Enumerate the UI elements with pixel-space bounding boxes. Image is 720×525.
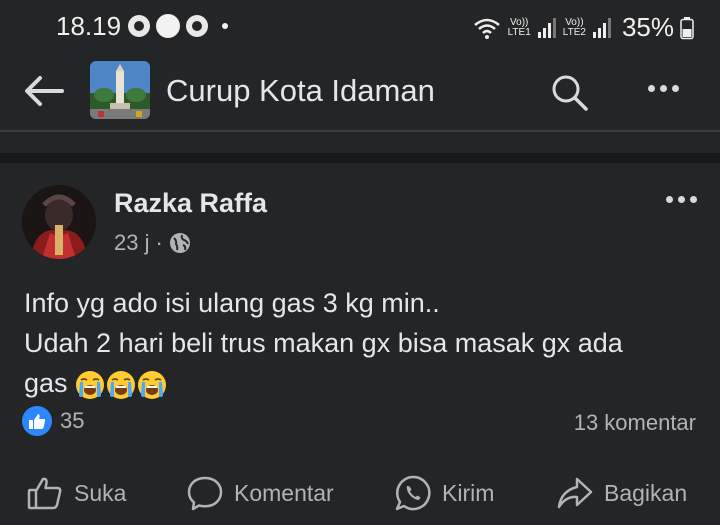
share-label: Bagikan — [604, 479, 688, 506]
meta-separator: · — [155, 230, 163, 255]
search-button[interactable] — [550, 73, 590, 118]
globe-icon — [169, 233, 190, 253]
notification-icons — [128, 14, 228, 38]
loudly-crying-face-emoji — [107, 370, 136, 399]
status-time: 18.19 — [56, 11, 122, 41]
more-notifications-icon — [222, 23, 228, 29]
dot-icon — [672, 85, 679, 92]
post-options-button[interactable] — [666, 196, 697, 203]
post-body: Info yg ado isi ulang gas 3 kg min.. Uda… — [24, 283, 704, 403]
section-divider — [0, 153, 720, 163]
thumbs-up-outline-icon — [27, 477, 62, 510]
signal-icon — [537, 17, 556, 38]
post-text-line: Udah 2 hari beli trus makan gx bisa masa… — [24, 328, 623, 358]
whatsapp-icon — [395, 475, 431, 511]
group-title[interactable]: Curup Kota Idaman — [166, 73, 435, 109]
post-action-bar: Suka Komentar Kirim Bagikan — [0, 470, 720, 520]
volte-label: Vo)) — [565, 16, 584, 28]
comment-button[interactable]: Komentar — [186, 470, 334, 516]
comment-bubble-icon — [187, 476, 223, 511]
share-button[interactable]: Bagikan — [556, 470, 687, 516]
system-icons: Vo)) LTE1 Vo)) LTE2 35% — [472, 12, 694, 43]
emoji-group — [75, 368, 168, 399]
arrow-left-icon — [25, 76, 64, 106]
battery-percent: 35% — [621, 12, 674, 42]
author-avatar[interactable] — [22, 185, 96, 259]
post-meta: 23 j · — [114, 230, 191, 256]
monument-image — [90, 61, 150, 119]
author-name[interactable]: Razka Raffa — [114, 188, 267, 219]
like-reaction-badge — [22, 406, 52, 436]
comment-count-link[interactable]: 13 komentar — [574, 410, 696, 436]
more-options-button[interactable] — [648, 85, 679, 92]
reaction-count: 35 — [60, 408, 85, 433]
sim1-indicator: Vo)) LTE1 — [507, 16, 531, 38]
like-label: Suka — [74, 479, 127, 506]
volte-label: Vo)) — [510, 16, 529, 28]
comment-label: Komentar — [234, 479, 334, 506]
sim2-indicator: Vo)) LTE2 — [562, 16, 586, 38]
reaction-summary[interactable]: 35 — [22, 406, 84, 436]
avatar-image — [22, 185, 96, 259]
sim1-label: LTE1 — [507, 26, 531, 38]
post-text-line: gas — [24, 368, 68, 398]
dot-icon — [666, 196, 673, 203]
search-icon — [552, 75, 588, 111]
app-notification-icon — [156, 14, 180, 38]
wifi-icon — [473, 18, 500, 39]
sim2-label: LTE2 — [562, 26, 586, 38]
send-button[interactable]: Kirim — [394, 470, 494, 516]
chrome-icon — [186, 15, 208, 37]
back-button[interactable] — [22, 73, 66, 114]
status-bar: 18.19 Vo)) LTE1 Vo)) LTE2 35% — [0, 0, 720, 55]
battery-icon — [680, 16, 694, 39]
send-label: Kirim — [442, 479, 495, 506]
dot-icon — [660, 85, 667, 92]
loudly-crying-face-emoji — [76, 370, 105, 399]
signal-icon — [592, 17, 611, 38]
post-text-line-with-emoji: gas — [24, 363, 704, 403]
dot-icon — [678, 196, 685, 203]
group-header: Curup Kota Idaman — [0, 55, 720, 132]
post-text-line: Info yg ado isi ulang gas 3 kg min.. — [24, 288, 440, 318]
thumbs-up-icon — [29, 414, 46, 429]
share-arrow-icon — [557, 477, 593, 509]
group-avatar[interactable] — [90, 61, 150, 119]
dot-icon — [648, 85, 655, 92]
dot-icon — [690, 196, 697, 203]
chrome-icon — [128, 15, 150, 37]
loudly-crying-face-emoji — [138, 370, 167, 399]
like-button[interactable]: Suka — [26, 470, 126, 516]
post-time[interactable]: 23 j — [114, 230, 149, 256]
